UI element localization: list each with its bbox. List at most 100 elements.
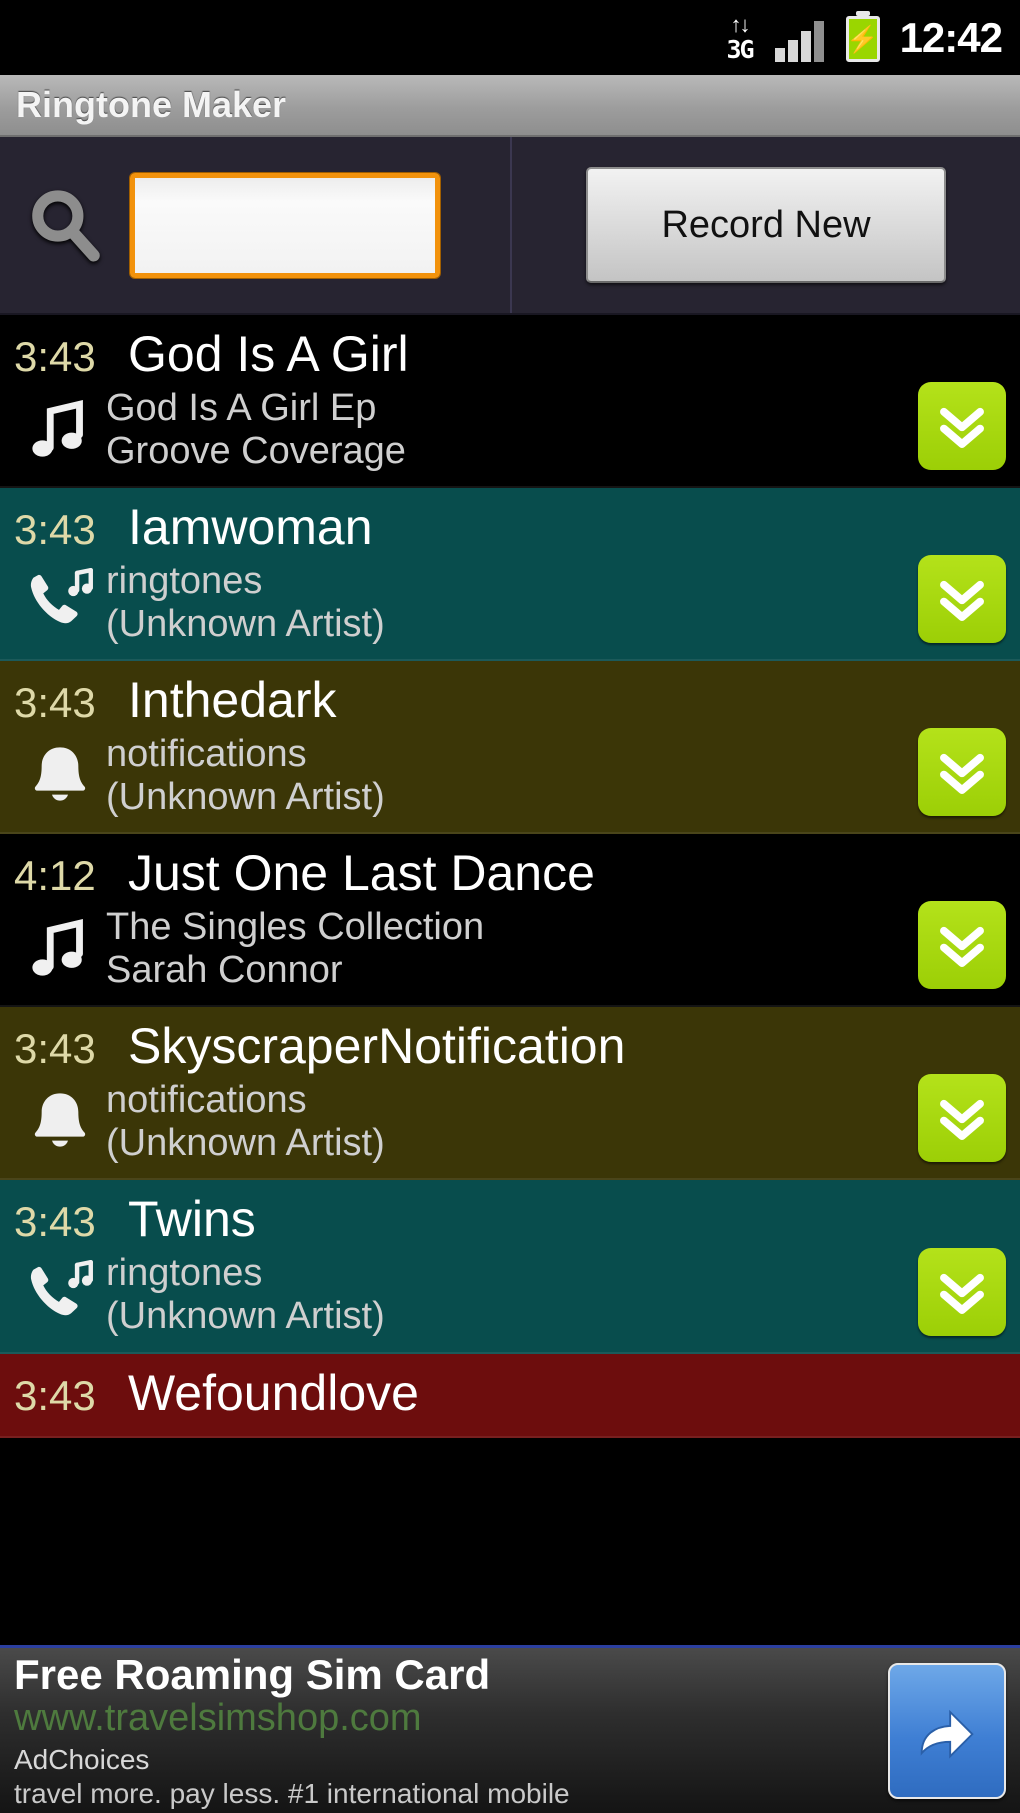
double-chevron-down-icon [940, 927, 984, 968]
signal-bars-icon [774, 20, 824, 62]
table-row[interactable]: 3:43 Wefoundlove [0, 1353, 1020, 1438]
row-details: notifications (Unknown Artist) [0, 733, 1020, 818]
double-chevron-down-icon [940, 1100, 984, 1141]
ad-title: Free Roaming Sim Card [14, 1651, 491, 1698]
track-title: Just One Last Dance [128, 845, 595, 902]
track-album: notifications [106, 1079, 307, 1122]
table-row[interactable]: 3:43 Inthedark notifications (Unknown Ar… [0, 661, 1020, 835]
record-section: Record New [512, 167, 1020, 283]
track-title: Inthedark [128, 672, 337, 729]
row-details: The Singles Collection Sarah Connor [0, 906, 1020, 991]
track-meta: ringtones (Unknown Artist) [106, 1252, 385, 1337]
app-title-bar: Ringtone Maker [0, 75, 1020, 137]
table-row[interactable]: 3:43 God Is A Girl God Is A Girl Ep Groo… [0, 315, 1020, 489]
track-meta: The Singles Collection Sarah Connor [106, 906, 484, 991]
search-section [0, 137, 512, 313]
bell-notification-icon [14, 736, 106, 816]
track-artist: (Unknown Artist) [106, 1121, 385, 1164]
row-header: 3:43 God Is A Girl [0, 325, 1020, 383]
row-header: 3:43 Iamwoman [0, 498, 1020, 556]
search-icon[interactable] [0, 182, 130, 268]
row-expand-button[interactable] [918, 1074, 1006, 1163]
phone-ringtone-icon [30, 1259, 93, 1316]
table-row[interactable]: 3:43 Iamwoman ringtones (Unknown Artist) [0, 488, 1020, 662]
music-note-icon [32, 399, 83, 457]
double-chevron-down-icon [940, 581, 984, 622]
status-bar-clock: 12:42 [899, 13, 1003, 61]
table-row[interactable]: 3:43 Twins ringtones (Unknown Artist) [0, 1180, 1020, 1354]
status-icons: ↑↓ 3G ⚡ [726, 11, 880, 64]
row-expand-button[interactable] [918, 901, 1006, 990]
track-duration: 3:43 [14, 679, 96, 727]
track-duration: 3:43 [14, 1025, 96, 1073]
track-artist: Groove Coverage [106, 429, 406, 472]
music-note-icon [14, 391, 106, 469]
bell-notification-icon [34, 1093, 86, 1147]
row-details: ringtones (Unknown Artist) [0, 1252, 1020, 1337]
double-chevron-down-icon [940, 408, 984, 449]
ad-tagline: travel more. pay less. #1 international … [14, 1778, 570, 1809]
double-chevron-down-icon [940, 1273, 984, 1314]
table-row[interactable]: 4:12 Just One Last Dance The Singles Col… [0, 834, 1020, 1008]
ad-url[interactable]: www.travelsimshop.com [14, 1697, 888, 1740]
page-title: Ringtone Maker [16, 84, 287, 125]
bell-notification-icon [34, 747, 86, 801]
network-label: 3G [726, 34, 754, 64]
track-title: Twins [128, 1191, 256, 1248]
ad-share-arrow-button[interactable] [888, 1662, 1006, 1799]
network-3g-icon: ↑↓ 3G [726, 11, 754, 64]
track-artist: (Unknown Artist) [106, 775, 385, 818]
track-meta: notifications (Unknown Artist) [106, 1079, 385, 1164]
track-album: God Is A Girl Ep [106, 387, 377, 429]
ad-text-block: Free Roaming Sim Card www.travelsimshop.… [14, 1651, 888, 1810]
track-title: Wefoundlove [128, 1364, 419, 1421]
track-meta: God Is A Girl Ep Groove Coverage [106, 387, 406, 472]
row-header: 3:43 SkyscraperNotification [0, 1017, 1020, 1075]
music-note-icon [32, 918, 83, 976]
phone-ringtone-icon [30, 567, 93, 623]
track-album: ringtones [106, 560, 263, 603]
ad-banner[interactable]: Free Roaming Sim Card www.travelsimshop.… [0, 1645, 1020, 1813]
track-duration: 3:43 [14, 1371, 96, 1419]
phone-ringtone-icon [14, 1254, 106, 1336]
music-note-icon [14, 910, 106, 988]
row-details: God Is A Girl Ep Groove Coverage [0, 387, 1020, 472]
track-title: God Is A Girl [128, 326, 409, 382]
track-meta: notifications (Unknown Artist) [106, 733, 385, 818]
search-input[interactable] [130, 172, 440, 278]
track-duration: 3:43 [14, 333, 96, 380]
row-details: notifications (Unknown Artist) [0, 1079, 1020, 1164]
track-duration: 3:43 [14, 1198, 96, 1246]
ringtone-list: 3:43 God Is A Girl God Is A Girl Ep Groo… [0, 315, 1020, 1438]
record-new-button[interactable]: Record New [586, 167, 946, 283]
track-duration: 3:43 [14, 506, 96, 554]
row-expand-button[interactable] [918, 382, 1006, 471]
row-header: 3:43 Inthedark [0, 671, 1020, 729]
track-artist: (Unknown Artist) [106, 1295, 385, 1338]
bell-notification-icon [14, 1082, 106, 1162]
track-album: The Singles Collection [106, 906, 485, 949]
ad-choices-label[interactable]: AdChoices [14, 1744, 888, 1776]
row-expand-button[interactable] [918, 1247, 1006, 1336]
double-chevron-down-icon [940, 754, 984, 795]
track-duration: 4:12 [14, 852, 96, 900]
status-bar: ↑↓ 3G ⚡ 12:42 [0, 0, 1020, 75]
track-album: ringtones [106, 1252, 263, 1295]
phone-ringtone-icon [14, 562, 106, 644]
track-meta: ringtones (Unknown Artist) [106, 560, 385, 645]
row-expand-button[interactable] [918, 728, 1006, 817]
data-transfer-arrows-icon: ↑↓ [730, 11, 751, 37]
row-details: ringtones (Unknown Artist) [0, 560, 1020, 645]
track-title: Iamwoman [128, 499, 373, 556]
battery-charging-icon: ⚡ [845, 15, 880, 62]
row-header: 3:43 Twins [0, 1190, 1020, 1248]
track-title: SkyscraperNotification [128, 1018, 626, 1075]
track-artist: (Unknown Artist) [106, 602, 385, 645]
row-expand-button[interactable] [918, 555, 1006, 644]
table-row[interactable]: 3:43 SkyscraperNotification notification… [0, 1007, 1020, 1181]
search-bar: Record New [0, 137, 1020, 315]
track-artist: Sarah Connor [106, 948, 343, 991]
track-album: notifications [106, 733, 307, 776]
row-header: 4:12 Just One Last Dance [0, 844, 1020, 902]
row-header: 3:43 Wefoundlove [0, 1364, 1020, 1422]
